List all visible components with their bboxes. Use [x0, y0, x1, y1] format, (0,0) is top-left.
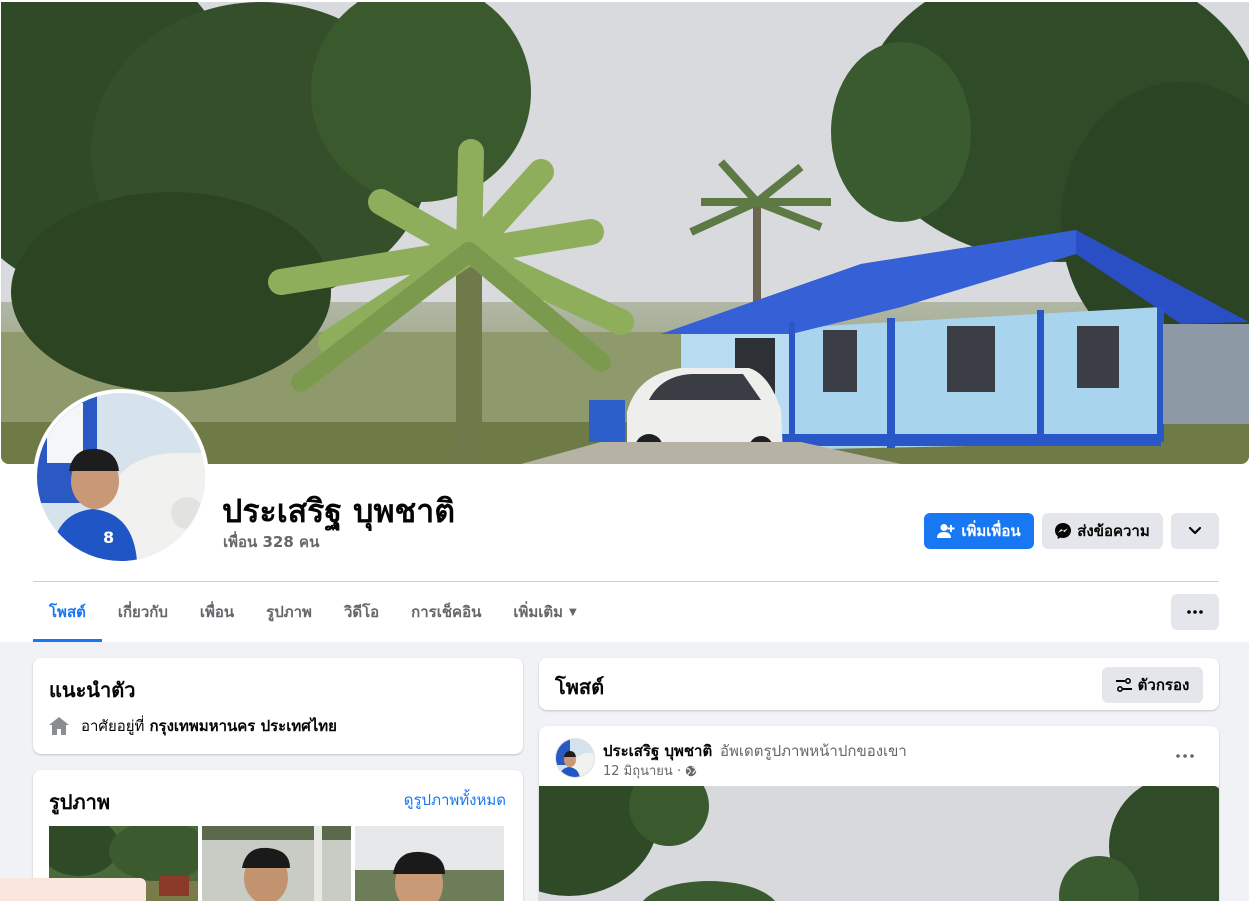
intro-card: แนะนำตัว อาศัยอยู่ที่ กรุงเทพมหานคร ประเ… [33, 658, 523, 754]
message-label: ส่งข้อความ [1077, 522, 1150, 540]
cover-photo[interactable] [1, 2, 1249, 464]
tab-about[interactable]: เกี่ยวกับ [102, 582, 184, 642]
tab-label: เพิ่มเติม [513, 603, 564, 621]
filter-button[interactable]: ตัวกรอง [1102, 667, 1203, 703]
chevron-down-icon [1189, 527, 1201, 535]
lives-in-place-link[interactable]: กรุงเทพมหานคร ประเทศไทย [149, 714, 337, 738]
tabs-more-options-button[interactable] [1171, 594, 1219, 630]
post-card: ประเสริฐ บุพชาติ อัพเดตรูปภาพหน้าปกของเข… [539, 726, 1219, 901]
posts-title: โพสต์ [555, 675, 605, 699]
filter-label: ตัวกรอง [1137, 676, 1190, 694]
more-dots-icon [1187, 610, 1203, 614]
profile-more-button[interactable] [1171, 513, 1219, 549]
post-author-avatar-illustration [556, 739, 594, 777]
home-icon [49, 717, 69, 735]
add-friend-icon [937, 524, 955, 538]
tab-label: วิดีโอ [343, 603, 380, 621]
tab-label: เพื่อน [199, 603, 235, 621]
tab-label: โพสต์ [49, 603, 86, 621]
tab-friends[interactable]: เพื่อน [184, 582, 250, 642]
tab-checkins[interactable]: การเช็คอิน [395, 582, 497, 642]
post-image-illustration [539, 786, 1219, 901]
more-dots-icon [1176, 754, 1194, 758]
profile-picture: 8 [37, 393, 205, 561]
add-friend-button[interactable]: เพิ่มเพื่อน [924, 513, 1034, 549]
messenger-icon [1055, 523, 1072, 539]
caret-down-icon: ▼ [569, 606, 577, 618]
tab-label: รูปภาพ [266, 603, 312, 621]
post-date[interactable]: 12 มิถุนายน · [603, 760, 681, 781]
lives-in-prefix: อาศัยอยู่ที่ [81, 717, 145, 735]
post-author-avatar[interactable] [555, 738, 595, 778]
add-friend-label: เพิ่มเพื่อน [961, 522, 1021, 540]
tab-posts[interactable]: โพสต์ [33, 582, 102, 642]
intro-title: แนะนำตัว [49, 678, 136, 702]
photo-thumbnail-illustration [355, 826, 504, 901]
tab-photos[interactable]: รูปภาพ [250, 582, 328, 642]
globe-icon [685, 765, 697, 776]
profile-header: 8 ประเสริฐ บุพชาติ เพื่อน 328 คน เพิ่มเพ… [0, 0, 1249, 642]
post-image[interactable] [539, 786, 1219, 901]
lives-in-row: อาศัยอยู่ที่ กรุงเทพมหานคร ประเทศไทย [49, 714, 337, 738]
cover-photo-illustration [1, 2, 1249, 464]
message-button[interactable]: ส่งข้อความ [1042, 513, 1163, 549]
friend-count[interactable]: เพื่อน 328 คน [223, 530, 319, 554]
tab-more[interactable]: เพิ่มเติม ▼ [497, 582, 592, 642]
post-meta: 12 มิถุนายน · [603, 760, 697, 781]
post-options-button[interactable] [1169, 740, 1201, 772]
tab-videos[interactable]: วิดีโอ [328, 582, 395, 642]
profile-avatar[interactable]: 8 [33, 389, 209, 565]
post-action-text: อัพเดตรูปภาพหน้าปกของเขา [720, 742, 907, 760]
photo-thumbnail[interactable] [202, 826, 351, 901]
profile-tabs: โพสต์ เกี่ยวกับ เพื่อน รูปภาพ วิดีโอ การ… [33, 582, 593, 642]
photo-thumbnail[interactable] [355, 826, 504, 901]
posts-header-card: โพสต์ ตัวกรอง [539, 658, 1219, 710]
photo-thumbnail-illustration [202, 826, 351, 901]
svg-text:8: 8 [103, 528, 114, 547]
see-all-photos-link[interactable]: ดูรูปภาพทั้งหมด [404, 788, 506, 812]
tab-label: เกี่ยวกับ [117, 603, 168, 621]
tab-label: การเช็คอิน [411, 603, 482, 621]
profile-picture-illustration: 8 [37, 393, 205, 561]
filter-icon [1115, 678, 1132, 692]
corner-overlay-chip [0, 878, 146, 901]
photos-title: รูปภาพ [49, 790, 111, 814]
